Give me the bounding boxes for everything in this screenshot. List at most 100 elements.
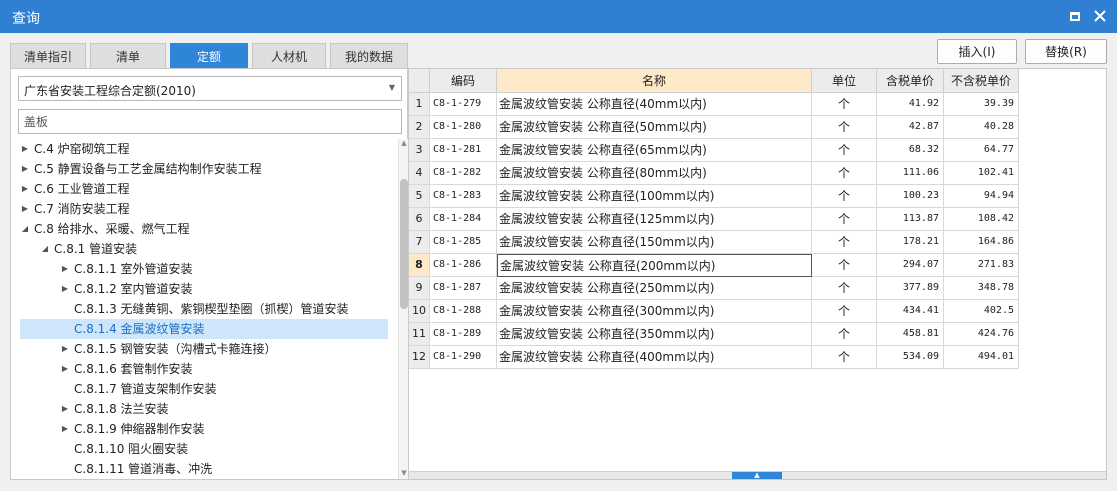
cell-code[interactable]: C8-1-286 (430, 254, 497, 277)
tree-item[interactable]: ▶ C.7 消防安装工程 (12, 199, 388, 219)
cell-tax-price[interactable]: 111.06 (877, 162, 944, 185)
row-number[interactable]: 11 (409, 323, 430, 346)
tree-item[interactable]: C.8.1.4 金属波纹管安装 (20, 319, 388, 339)
cell-net-price[interactable]: 424.76 (944, 323, 1019, 346)
tree-item[interactable]: ▶ C.8.1.8 法兰安装 (12, 399, 388, 419)
cell-tax-price[interactable]: 294.07 (877, 254, 944, 277)
cell-tax-price[interactable]: 434.41 (877, 300, 944, 323)
tree-item[interactable]: ◢ C.8.1 管道安装 (12, 239, 388, 259)
splitter-grip-icon[interactable]: ▲ (732, 472, 782, 479)
cell-name[interactable]: 金属波纹管安装 公称直径(150mm以内) (497, 231, 812, 254)
cell-net-price[interactable]: 108.42 (944, 208, 1019, 231)
tree-item[interactable]: ▶ C.8.1.9 伸缩器制作安装 (12, 419, 388, 439)
collapse-icon[interactable]: ◢ (20, 219, 30, 239)
cell-code[interactable]: C8-1-281 (430, 139, 497, 162)
cell-code[interactable]: C8-1-280 (430, 116, 497, 139)
cell-name[interactable]: 金属波纹管安装 公称直径(350mm以内) (497, 323, 812, 346)
cell-name[interactable]: 金属波纹管安装 公称直径(80mm以内) (497, 162, 812, 185)
cell-code[interactable]: C8-1-285 (430, 231, 497, 254)
cell-code[interactable]: C8-1-283 (430, 185, 497, 208)
row-number[interactable]: 6 (409, 208, 430, 231)
tab-quota[interactable]: 定额 (170, 43, 248, 69)
cell-net-price[interactable]: 94.94 (944, 185, 1019, 208)
cell-net-price[interactable]: 39.39 (944, 93, 1019, 116)
cell-code[interactable]: C8-1-279 (430, 93, 497, 116)
row-number[interactable]: 3 (409, 139, 430, 162)
cell-unit[interactable]: 个 (812, 277, 877, 300)
expand-icon[interactable]: ▶ (20, 139, 30, 159)
expand-icon[interactable]: ▶ (20, 159, 30, 179)
tab-materials[interactable]: 人材机 (252, 43, 326, 69)
cell-net-price[interactable]: 40.28 (944, 116, 1019, 139)
tree-scrollbar[interactable]: ▲ ▼ (398, 139, 408, 479)
tab-my-data[interactable]: 我的数据 (330, 43, 408, 69)
expand-icon[interactable]: ▶ (20, 199, 30, 219)
replace-button[interactable]: 替换(R) (1025, 39, 1107, 64)
expand-icon[interactable]: ▶ (60, 399, 70, 419)
cell-code[interactable]: C8-1-290 (430, 346, 497, 369)
cell-name[interactable]: 金属波纹管安装 公称直径(200mm以内) (497, 254, 812, 277)
cell-net-price[interactable]: 164.86 (944, 231, 1019, 254)
cell-tax-price[interactable]: 100.23 (877, 185, 944, 208)
cell-code[interactable]: C8-1-287 (430, 277, 497, 300)
row-number[interactable]: 4 (409, 162, 430, 185)
tree-item[interactable]: ▶ C.5 静置设备与工艺金属结构制作安装工程 (12, 159, 388, 179)
tree-item[interactable]: ▶ C.6 工业管道工程 (12, 179, 388, 199)
cell-unit[interactable]: 个 (812, 208, 877, 231)
cell-unit[interactable]: 个 (812, 231, 877, 254)
column-header-unit[interactable]: 单位 (812, 69, 877, 93)
tree-item[interactable]: ▶ C.8.1.6 套管制作安装 (12, 359, 388, 379)
collapse-icon[interactable]: ◢ (40, 239, 50, 259)
cell-name[interactable]: 金属波纹管安装 公称直径(400mm以内) (497, 346, 812, 369)
cell-tax-price[interactable]: 113.87 (877, 208, 944, 231)
tree-item[interactable]: ◢ C.8 给排水、采暖、燃气工程 (12, 219, 388, 239)
tree-item[interactable]: C.8.1.3 无缝黄铜、紫铜楔型垫圈（抓楔）管道安装 (12, 299, 388, 319)
quota-library-select[interactable]: 广东省安装工程综合定额(2010) ▼ (18, 76, 402, 101)
cell-code[interactable]: C8-1-282 (430, 162, 497, 185)
row-number[interactable]: 10 (409, 300, 430, 323)
column-header-code[interactable]: 编码 (430, 69, 497, 93)
expand-icon[interactable]: ▶ (60, 339, 70, 359)
cell-net-price[interactable]: 494.01 (944, 346, 1019, 369)
tree-item[interactable]: ▶ C.4 炉窑砌筑工程 (12, 139, 388, 159)
cell-tax-price[interactable]: 534.09 (877, 346, 944, 369)
column-header-net-price[interactable]: 不含税单价 (944, 69, 1019, 93)
row-number[interactable]: 9 (409, 277, 430, 300)
cell-unit[interactable]: 个 (812, 185, 877, 208)
cell-unit[interactable]: 个 (812, 162, 877, 185)
expand-icon[interactable]: ▶ (60, 359, 70, 379)
cell-tax-price[interactable]: 68.32 (877, 139, 944, 162)
row-number[interactable]: 1 (409, 93, 430, 116)
cell-net-price[interactable]: 402.5 (944, 300, 1019, 323)
tree-item[interactable]: ▶ C.8.1.5 钢管安装（沟槽式卡箍连接） (12, 339, 388, 359)
column-header-tax-price[interactable]: 含税单价 (877, 69, 944, 93)
cell-tax-price[interactable]: 178.21 (877, 231, 944, 254)
cell-name[interactable]: 金属波纹管安装 公称直径(100mm以内) (497, 185, 812, 208)
tab-bill-guide[interactable]: 清单指引 (10, 43, 86, 69)
cell-tax-price[interactable]: 377.89 (877, 277, 944, 300)
scrollbar-thumb[interactable] (400, 179, 408, 309)
cell-code[interactable]: C8-1-288 (430, 300, 497, 323)
cell-unit[interactable]: 个 (812, 116, 877, 139)
expand-icon[interactable]: ▶ (60, 259, 70, 279)
cell-net-price[interactable]: 64.77 (944, 139, 1019, 162)
panel-splitter[interactable]: ▲ (409, 471, 1106, 479)
cell-unit[interactable]: 个 (812, 346, 877, 369)
row-number[interactable]: 8 (409, 254, 430, 277)
cell-name[interactable]: 金属波纹管安装 公称直径(125mm以内) (497, 208, 812, 231)
cell-name[interactable]: 金属波纹管安装 公称直径(50mm以内) (497, 116, 812, 139)
cell-code[interactable]: C8-1-284 (430, 208, 497, 231)
row-number[interactable]: 5 (409, 185, 430, 208)
tree-item[interactable]: C.8.1.7 管道支架制作安装 (12, 379, 388, 399)
row-number[interactable]: 2 (409, 116, 430, 139)
cell-name[interactable]: 金属波纹管安装 公称直径(65mm以内) (497, 139, 812, 162)
cell-tax-price[interactable]: 458.81 (877, 323, 944, 346)
maximize-button[interactable] (1066, 7, 1084, 25)
cell-tax-price[interactable]: 41.92 (877, 93, 944, 116)
cell-unit[interactable]: 个 (812, 254, 877, 277)
cell-code[interactable]: C8-1-289 (430, 323, 497, 346)
cell-net-price[interactable]: 271.83 (944, 254, 1019, 277)
insert-button[interactable]: 插入(I) (937, 39, 1017, 64)
cell-tax-price[interactable]: 42.87 (877, 116, 944, 139)
tree-item[interactable]: C.8.1.11 管道消毒、冲洗 (12, 459, 388, 479)
